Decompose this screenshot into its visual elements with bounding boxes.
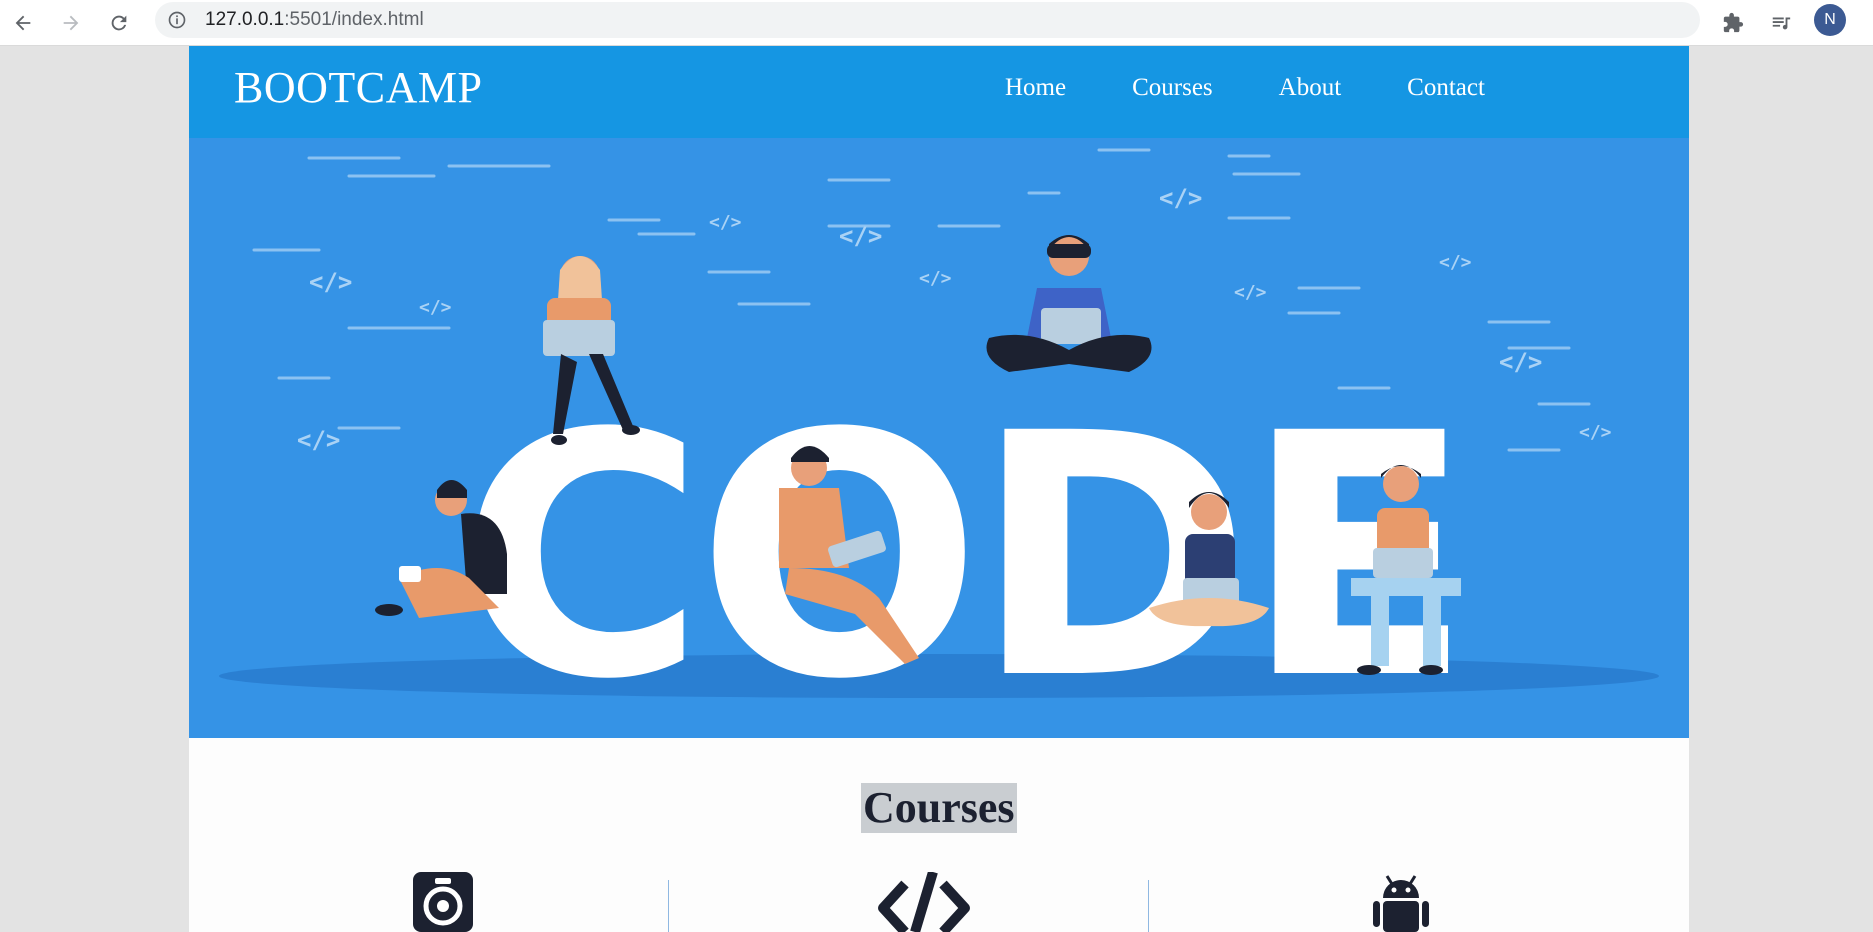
nav-courses[interactable]: Courses (1132, 74, 1213, 102)
puzzle-icon (1723, 12, 1744, 33)
playlist-icon (1772, 17, 1791, 30)
hero-illustration: </> </> </> </> </> </> </> </> </> </> … (219, 148, 1659, 738)
main-nav: Home Courses About Contact (1005, 74, 1485, 102)
svg-text:</>: </> (1499, 348, 1542, 376)
reload-button[interactable] (102, 6, 136, 40)
reload-icon (111, 15, 127, 31)
nav-about[interactable]: About (1279, 74, 1342, 102)
back-button[interactable] (6, 6, 40, 40)
svg-text:</>: </> (1159, 184, 1202, 212)
svg-text:</>: </> (1579, 422, 1612, 443)
nav-home[interactable]: Home (1005, 74, 1066, 102)
hero-code-text: CODE (459, 363, 1465, 738)
address-bar[interactable]: 127.0.0.1:5501/index.html (155, 2, 1837, 38)
extensions-button[interactable] (1716, 6, 1750, 40)
courses-heading: Courses (861, 783, 1017, 833)
stopwatch-icon[interactable] (411, 872, 475, 932)
browser-toolbar: 127.0.0.1:5501/index.html N (0, 0, 1873, 46)
svg-text:</>: </> (839, 222, 882, 250)
hero-banner: </> </> </> </> </> </> </> </> </> </> … (189, 138, 1689, 738)
site-header: BOOTCAMP Home Courses About Contact (189, 46, 1689, 138)
arrow-left-icon (15, 15, 31, 31)
svg-text:</>: </> (297, 426, 340, 454)
forward-button[interactable] (54, 6, 88, 40)
svg-text:</>: </> (1439, 252, 1472, 273)
svg-text:</>: </> (309, 268, 352, 296)
reading-list-button[interactable] (1764, 6, 1798, 40)
url-path: :5501/index.html (284, 9, 424, 30)
info-icon[interactable] (167, 10, 187, 30)
svg-text:</>: </> (709, 212, 742, 233)
svg-text:</>: </> (419, 297, 452, 318)
svg-text:</>: </> (1234, 282, 1267, 303)
arrow-right-icon (63, 15, 79, 31)
url-host: 127.0.0.1 (205, 9, 285, 30)
courses-section: Courses (189, 738, 1689, 932)
brand-logo[interactable]: BOOTCAMP (234, 62, 483, 113)
web-page: BOOTCAMP Home Courses About Contact </> … (189, 46, 1689, 932)
column-divider (668, 880, 669, 932)
code-icon[interactable] (877, 872, 971, 932)
nav-contact[interactable]: Contact (1407, 74, 1485, 102)
profile-avatar[interactable]: N (1814, 4, 1846, 36)
android-icon[interactable] (1373, 872, 1429, 932)
url-text[interactable]: 127.0.0.1:5501/index.html (205, 9, 424, 31)
svg-text:</>: </> (919, 268, 952, 289)
column-divider (1148, 880, 1149, 932)
